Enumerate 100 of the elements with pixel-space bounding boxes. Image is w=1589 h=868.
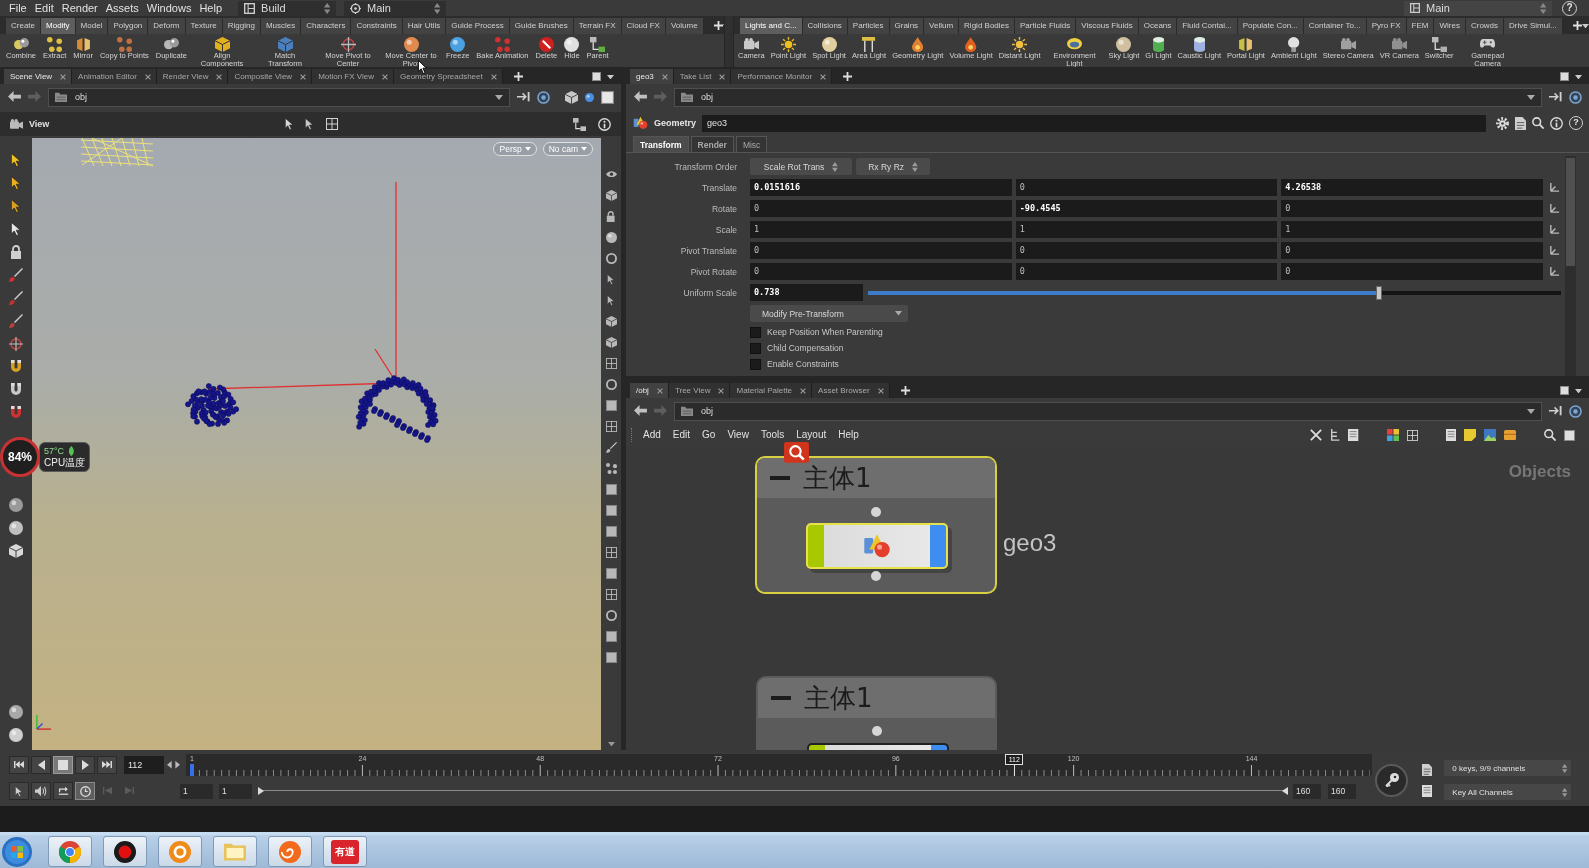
sphere-icon[interactable] <box>9 497 23 512</box>
plus-icon[interactable] <box>513 72 523 81</box>
menu-item[interactable]: View <box>721 428 755 442</box>
pane-tab[interactable]: Animation Editor <box>72 69 157 84</box>
shelf-tab[interactable]: Viscous Fluids <box>1076 18 1139 34</box>
menu-item[interactable]: Tools <box>754 428 791 442</box>
info-icon[interactable] <box>598 117 611 131</box>
number-field[interactable]: 0.738 <box>750 284 863 301</box>
frame-field[interactable]: 1 <box>180 783 213 799</box>
shelf-tab[interactable]: Guide Brushes <box>509 18 574 34</box>
pane-tab[interactable]: /obj <box>630 383 669 398</box>
shelf-tab[interactable]: Fluid Contai... <box>1177 18 1238 34</box>
eye-icon[interactable] <box>605 171 617 178</box>
number-field[interactable]: 0 <box>750 263 1012 280</box>
cursor-icon[interactable] <box>305 118 314 130</box>
frame-field[interactable]: 160 <box>1328 783 1356 799</box>
cube-icon[interactable] <box>605 337 617 348</box>
plus-icon[interactable] <box>843 72 853 81</box>
crosshair-icon[interactable] <box>9 336 23 351</box>
grid-icon[interactable] <box>605 547 617 558</box>
gizmo-icon[interactable] <box>1548 182 1560 193</box>
close-icon[interactable] <box>820 73 827 80</box>
document-icon[interactable] <box>1514 116 1526 130</box>
cursor-icon[interactable] <box>11 175 21 190</box>
key-mode-menu[interactable]: Key All Channels <box>1444 784 1572 800</box>
close-icon[interactable] <box>144 73 151 80</box>
brush-icon[interactable] <box>605 442 617 453</box>
number-field[interactable]: 0 <box>1015 179 1278 196</box>
shelf-tab[interactable]: Vellum <box>924 18 960 34</box>
pin-icon[interactable] <box>1549 92 1562 102</box>
transport-button[interactable] <box>97 756 117 774</box>
slider-thumb[interactable] <box>1376 285 1383 300</box>
shelf-tab[interactable]: Drive Simul... <box>1504 18 1563 34</box>
square-icon[interactable] <box>605 505 617 516</box>
square-icon[interactable] <box>605 484 617 495</box>
crossed-tools-icon[interactable] <box>1310 429 1323 441</box>
node-tile[interactable] <box>807 743 949 750</box>
menu-item[interactable]: Help <box>832 428 865 442</box>
parameter-tab[interactable]: Misc <box>735 136 768 152</box>
grid-icon[interactable] <box>605 358 617 369</box>
number-field[interactable]: 1 <box>750 221 1012 238</box>
cube-icon[interactable] <box>605 316 617 327</box>
parameter-tab[interactable]: Transform <box>633 136 689 152</box>
number-field[interactable]: 1 <box>1281 221 1543 238</box>
menu-item[interactable]: Edit <box>666 428 697 442</box>
checkbox[interactable] <box>750 358 761 370</box>
shelf-tab[interactable]: Oceans <box>1138 18 1178 34</box>
close-icon[interactable] <box>719 73 726 80</box>
search-icon[interactable] <box>1532 117 1544 129</box>
sphere-icon[interactable] <box>9 704 23 719</box>
note-icon[interactable] <box>1464 429 1476 441</box>
menu-item[interactable]: Layout <box>790 428 833 442</box>
close-icon[interactable] <box>877 387 884 394</box>
pane-tab[interactable]: geo3 <box>630 69 674 84</box>
select-button[interactable] <box>9 782 29 800</box>
shelf-tab[interactable]: Pyro FX <box>1366 18 1407 34</box>
key-button[interactable] <box>1375 763 1408 797</box>
path-field[interactable]: obj <box>674 87 1542 107</box>
tree-icon[interactable] <box>1330 429 1341 441</box>
menu-item[interactable]: Assets <box>101 1 143 15</box>
menu-item[interactable]: File <box>5 1 31 15</box>
number-field[interactable]: 0 <box>1281 263 1543 280</box>
grip-handle[interactable] <box>724 16 734 67</box>
caret-icon[interactable] <box>1575 388 1582 393</box>
close-icon[interactable] <box>490 73 497 80</box>
pin-icon[interactable] <box>1549 406 1562 416</box>
shelf-tab[interactable]: Model <box>75 18 109 34</box>
magnet-icon[interactable] <box>9 360 23 373</box>
cube-icon[interactable] <box>9 543 23 558</box>
square-icon[interactable] <box>605 652 617 663</box>
square-icon[interactable] <box>605 526 617 537</box>
cursor-icon[interactable] <box>607 274 615 285</box>
menu-item[interactable]: Add <box>637 428 667 442</box>
grid-icon[interactable] <box>605 589 617 600</box>
shelf-tab[interactable]: Characters <box>301 18 352 34</box>
sphere-icon[interactable] <box>9 520 23 535</box>
gizmo-icon[interactable] <box>1548 224 1560 235</box>
taskbar-button[interactable]: 有道 <box>323 836 367 867</box>
sphere-icon[interactable] <box>9 727 23 742</box>
magnet-icon[interactable] <box>9 406 23 419</box>
checkbox[interactable] <box>750 326 761 338</box>
cube-icon[interactable] <box>605 190 617 201</box>
layout-menu[interactable]: Main <box>344 0 447 16</box>
shelf-tab[interactable]: Volume <box>665 18 704 34</box>
shelf-tab[interactable]: Terrain FX <box>573 18 622 34</box>
layout-menu[interactable]: Main <box>1404 0 1552 16</box>
ring-icon[interactable] <box>1569 90 1582 104</box>
cursor-icon[interactable] <box>11 152 21 167</box>
frame-field[interactable]: 160 <box>1293 783 1321 799</box>
number-field[interactable]: 0 <box>1015 242 1278 259</box>
pin-icon[interactable] <box>517 92 530 102</box>
shelf-tab[interactable]: Guide Process <box>446 18 510 34</box>
shelf-tab[interactable]: Deform <box>148 18 186 34</box>
list-icon[interactable] <box>1445 429 1456 441</box>
step-arrows-icon[interactable] <box>167 761 180 769</box>
caret-icon[interactable] <box>1527 94 1535 100</box>
brush-icon[interactable] <box>9 290 23 305</box>
close-icon[interactable] <box>800 387 807 394</box>
cursor-icon[interactable] <box>607 295 615 306</box>
checkbox[interactable] <box>750 342 761 354</box>
